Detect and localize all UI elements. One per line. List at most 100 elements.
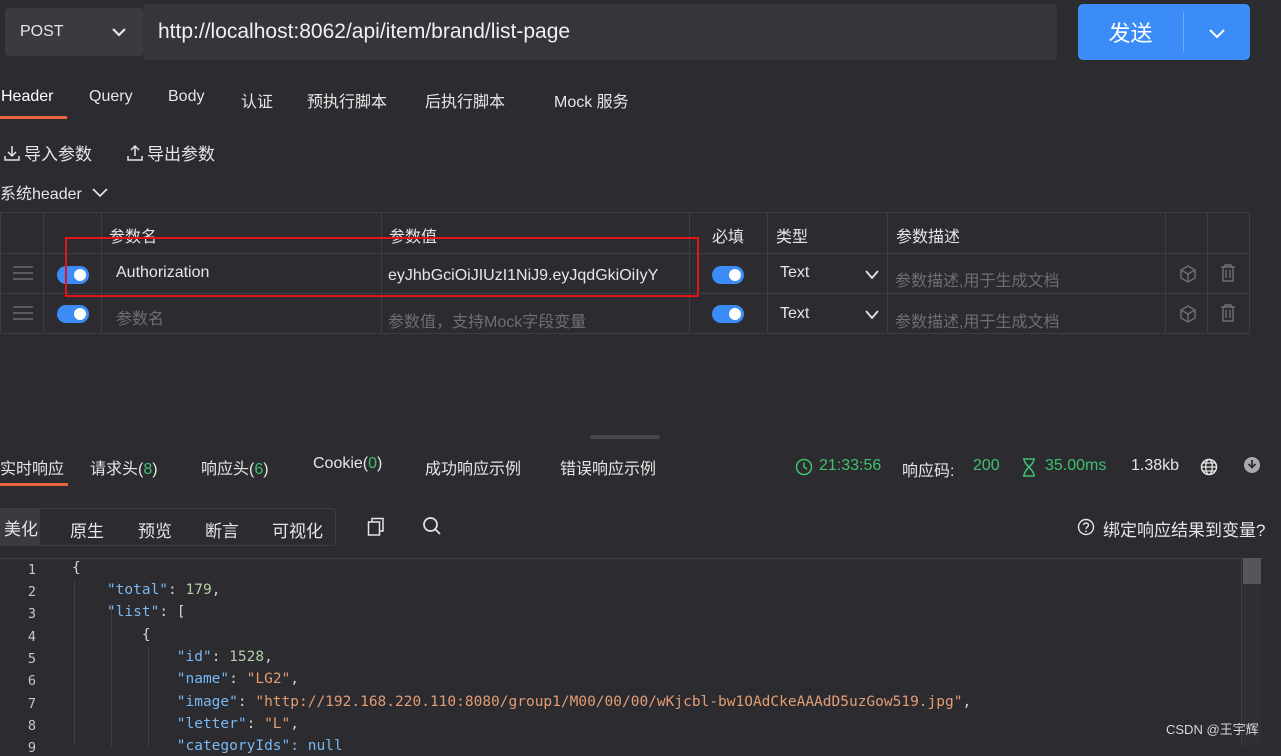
import-params-button[interactable]: 导入参数 (3, 140, 92, 165)
chevron-down-icon[interactable] (863, 308, 881, 322)
chevron-down-icon (112, 28, 126, 37)
required-toggle[interactable] (712, 266, 744, 284)
json-partial-line: "categoryIds": null (176, 738, 343, 754)
download-icon[interactable] (1243, 456, 1261, 474)
tab-label-close: ) (152, 461, 158, 478)
hourglass-icon (1023, 458, 1035, 477)
json-value: 1528 (229, 649, 265, 665)
tab-label-close: ) (377, 455, 383, 472)
col-required: 必填 (712, 229, 745, 246)
json-value: 179 (185, 582, 212, 598)
line-number: 9 (27, 740, 36, 756)
view-mode-tabs: 美化 原生 预览 断言 可视化 (0, 508, 336, 546)
scrollbar-thumb[interactable] (1243, 558, 1261, 584)
export-label: 导出参数 (147, 145, 215, 164)
search-icon[interactable] (422, 516, 442, 536)
response-time: 21:33:56 (819, 457, 882, 474)
tab-assert[interactable]: 断言 (205, 517, 239, 542)
export-params-button[interactable]: 导出参数 (126, 140, 215, 165)
param-desc-input[interactable]: 参数描述,用于生成文档 (895, 308, 1059, 332)
param-name-input[interactable]: 参数名 (116, 305, 164, 329)
line-number: 4 (27, 629, 36, 645)
tab-error-example[interactable]: 错误响应示例 (560, 455, 656, 479)
tab-pre-script[interactable]: 预执行脚本 (307, 88, 387, 112)
trash-icon[interactable] (1219, 263, 1237, 283)
tab-raw[interactable]: 原生 (70, 517, 104, 542)
tab-response-headers[interactable]: 响应头(6) (201, 455, 269, 479)
tab-label-close: ) (263, 461, 269, 478)
active-tab-underline (0, 116, 67, 119)
response-size: 1.38kb (1131, 457, 1180, 474)
bind-response-var-link[interactable]: 绑定响应结果到变量? (1103, 516, 1265, 541)
line-number: 7 (27, 696, 36, 712)
trash-icon[interactable] (1219, 303, 1237, 323)
code-line: { (72, 627, 151, 643)
tab-post-script[interactable]: 后执行脚本 (425, 88, 505, 112)
editor-scrollbar[interactable] (1241, 558, 1261, 745)
code-line: "total": 179, (106, 582, 221, 598)
line-number: 6 (27, 673, 36, 689)
required-toggle[interactable] (712, 305, 744, 323)
tab-label: Cookie( (313, 455, 369, 472)
system-header-toggle[interactable]: 系统header (0, 180, 110, 204)
param-desc-input[interactable]: 参数描述,用于生成文档 (895, 267, 1059, 291)
tab-header[interactable]: Header (1, 88, 53, 106)
chevron-down-icon (92, 188, 108, 198)
tab-cookie[interactable]: Cookie(0) (313, 455, 382, 473)
count-badge: 6 (254, 461, 264, 478)
code-line: "letter": "L", (176, 716, 300, 732)
col-description: 参数描述 (896, 229, 961, 246)
tab-body[interactable]: Body (168, 88, 204, 106)
tab-realtime-response[interactable]: 实时响应 (0, 455, 64, 479)
export-icon (127, 144, 143, 161)
enable-toggle[interactable] (57, 305, 89, 323)
code-line: { (72, 560, 81, 576)
send-button[interactable]: 发送 (1078, 4, 1250, 60)
col-type: 类型 (776, 229, 809, 246)
line-number: 8 (27, 718, 36, 734)
cube-icon[interactable] (1178, 264, 1198, 284)
active-tab-underline (0, 483, 68, 486)
json-key: "image" (176, 694, 238, 710)
json-value: "http://192.168.220.110:8080/group1/M00/… (255, 694, 963, 710)
code-line: "id": 1528, (176, 649, 273, 665)
drag-handle-icon[interactable] (13, 266, 33, 280)
cube-icon[interactable] (1178, 304, 1198, 324)
count-badge: 0 (368, 455, 378, 472)
line-number: 3 (27, 606, 36, 622)
tab-success-example[interactable]: 成功响应示例 (425, 455, 521, 479)
type-select[interactable]: Text (780, 264, 809, 282)
help-icon (1077, 518, 1095, 536)
chevron-down-icon[interactable] (1206, 22, 1228, 44)
json-value: "L" (264, 716, 291, 732)
json-key: "letter" (176, 716, 247, 732)
param-value-input[interactable]: 参数值，支持Mock字段变量 (388, 308, 586, 332)
chevron-down-icon[interactable] (863, 268, 881, 282)
url-input[interactable]: http://localhost:8062/api/item/brand/lis… (143, 4, 1057, 60)
drag-handle-icon[interactable] (13, 306, 33, 320)
copy-icon[interactable] (367, 517, 385, 537)
line-number: 5 (27, 651, 36, 667)
code-line: "name": "LG2", (176, 671, 300, 687)
response-duration: 35.00ms (1045, 457, 1107, 474)
type-select[interactable]: Text (780, 305, 809, 323)
json-key: "id" (176, 649, 212, 665)
request-bar: POST http://localhost:8062/api/item/bran… (0, 0, 1281, 68)
tab-mock[interactable]: Mock 服务 (554, 88, 629, 112)
code-line: "image": "http://192.168.220.110:8080/gr… (176, 694, 972, 710)
method-select[interactable]: POST (5, 8, 143, 56)
tab-preview[interactable]: 预览 (138, 517, 172, 542)
tab-beautify[interactable]: 美化 (0, 509, 40, 545)
json-key: "name" (176, 671, 230, 687)
tab-auth[interactable]: 认证 (241, 88, 273, 112)
import-icon (4, 145, 20, 161)
globe-icon[interactable] (1200, 458, 1218, 476)
tab-visualize[interactable]: 可视化 (272, 517, 323, 542)
panel-resize-handle[interactable] (590, 435, 660, 439)
response-body-editor[interactable]: 1 2 3 4 5 6 7 8 9 { "total": 179, "list"… (0, 558, 1264, 756)
tab-label: 请求头( (90, 461, 144, 478)
method-value: POST (20, 23, 64, 40)
url-value: http://localhost:8062/api/item/brand/lis… (158, 20, 571, 43)
tab-request-headers[interactable]: 请求头(8) (90, 455, 158, 479)
tab-query[interactable]: Query (89, 88, 133, 106)
